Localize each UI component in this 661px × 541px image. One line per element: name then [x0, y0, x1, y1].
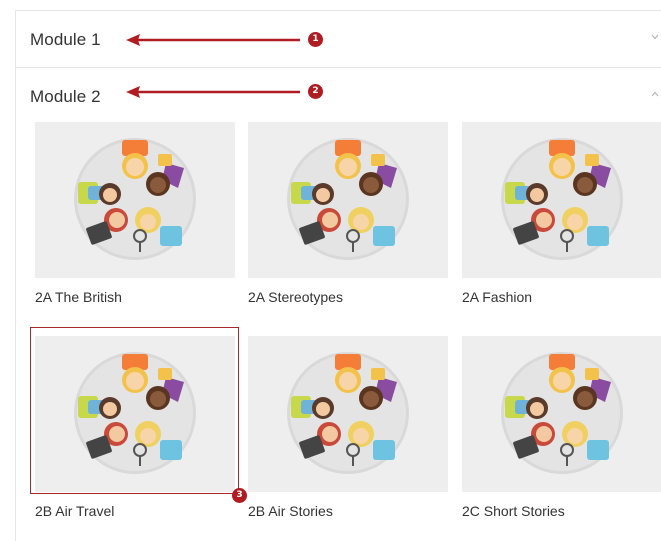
card-label[interactable]: 2B Air Travel: [35, 503, 114, 519]
course-card-2a-stereotypes[interactable]: [248, 122, 448, 278]
annotation-badge-2: 2: [308, 84, 323, 99]
course-card-2b-air-stories[interactable]: [248, 336, 448, 492]
course-card-2a-the-british[interactable]: [35, 122, 235, 278]
chevron-up-icon[interactable]: [651, 88, 659, 97]
annotation-arrow-1: [126, 34, 300, 46]
kids-illustration-icon: [287, 138, 409, 260]
kids-illustration-icon: [501, 352, 623, 474]
kids-illustration-icon: [74, 138, 196, 260]
annotation-badge-1: 1: [308, 32, 323, 47]
module-1-header[interactable]: Module 1: [16, 11, 661, 68]
kids-illustration-icon: [287, 352, 409, 474]
card-label[interactable]: 2A Stereotypes: [248, 289, 343, 305]
card-label[interactable]: 2B Air Stories: [248, 503, 333, 519]
course-card-2c-short-stories[interactable]: [462, 336, 661, 492]
annotation-highlight-box: [30, 327, 239, 494]
course-card-2a-fashion[interactable]: [462, 122, 661, 278]
card-label[interactable]: 2C Short Stories: [462, 503, 565, 519]
module-1-title: Module 1: [30, 30, 101, 49]
module-2-title: Module 2: [30, 87, 101, 106]
module-2-header[interactable]: Module 2: [16, 68, 661, 124]
card-label[interactable]: 2A Fashion: [462, 289, 532, 305]
card-label[interactable]: 2A The British: [35, 289, 122, 305]
kids-illustration-icon: [501, 138, 623, 260]
annotation-badge-3: 3: [232, 488, 247, 503]
chevron-down-icon[interactable]: [651, 31, 659, 40]
annotation-arrow-2: [126, 86, 300, 98]
